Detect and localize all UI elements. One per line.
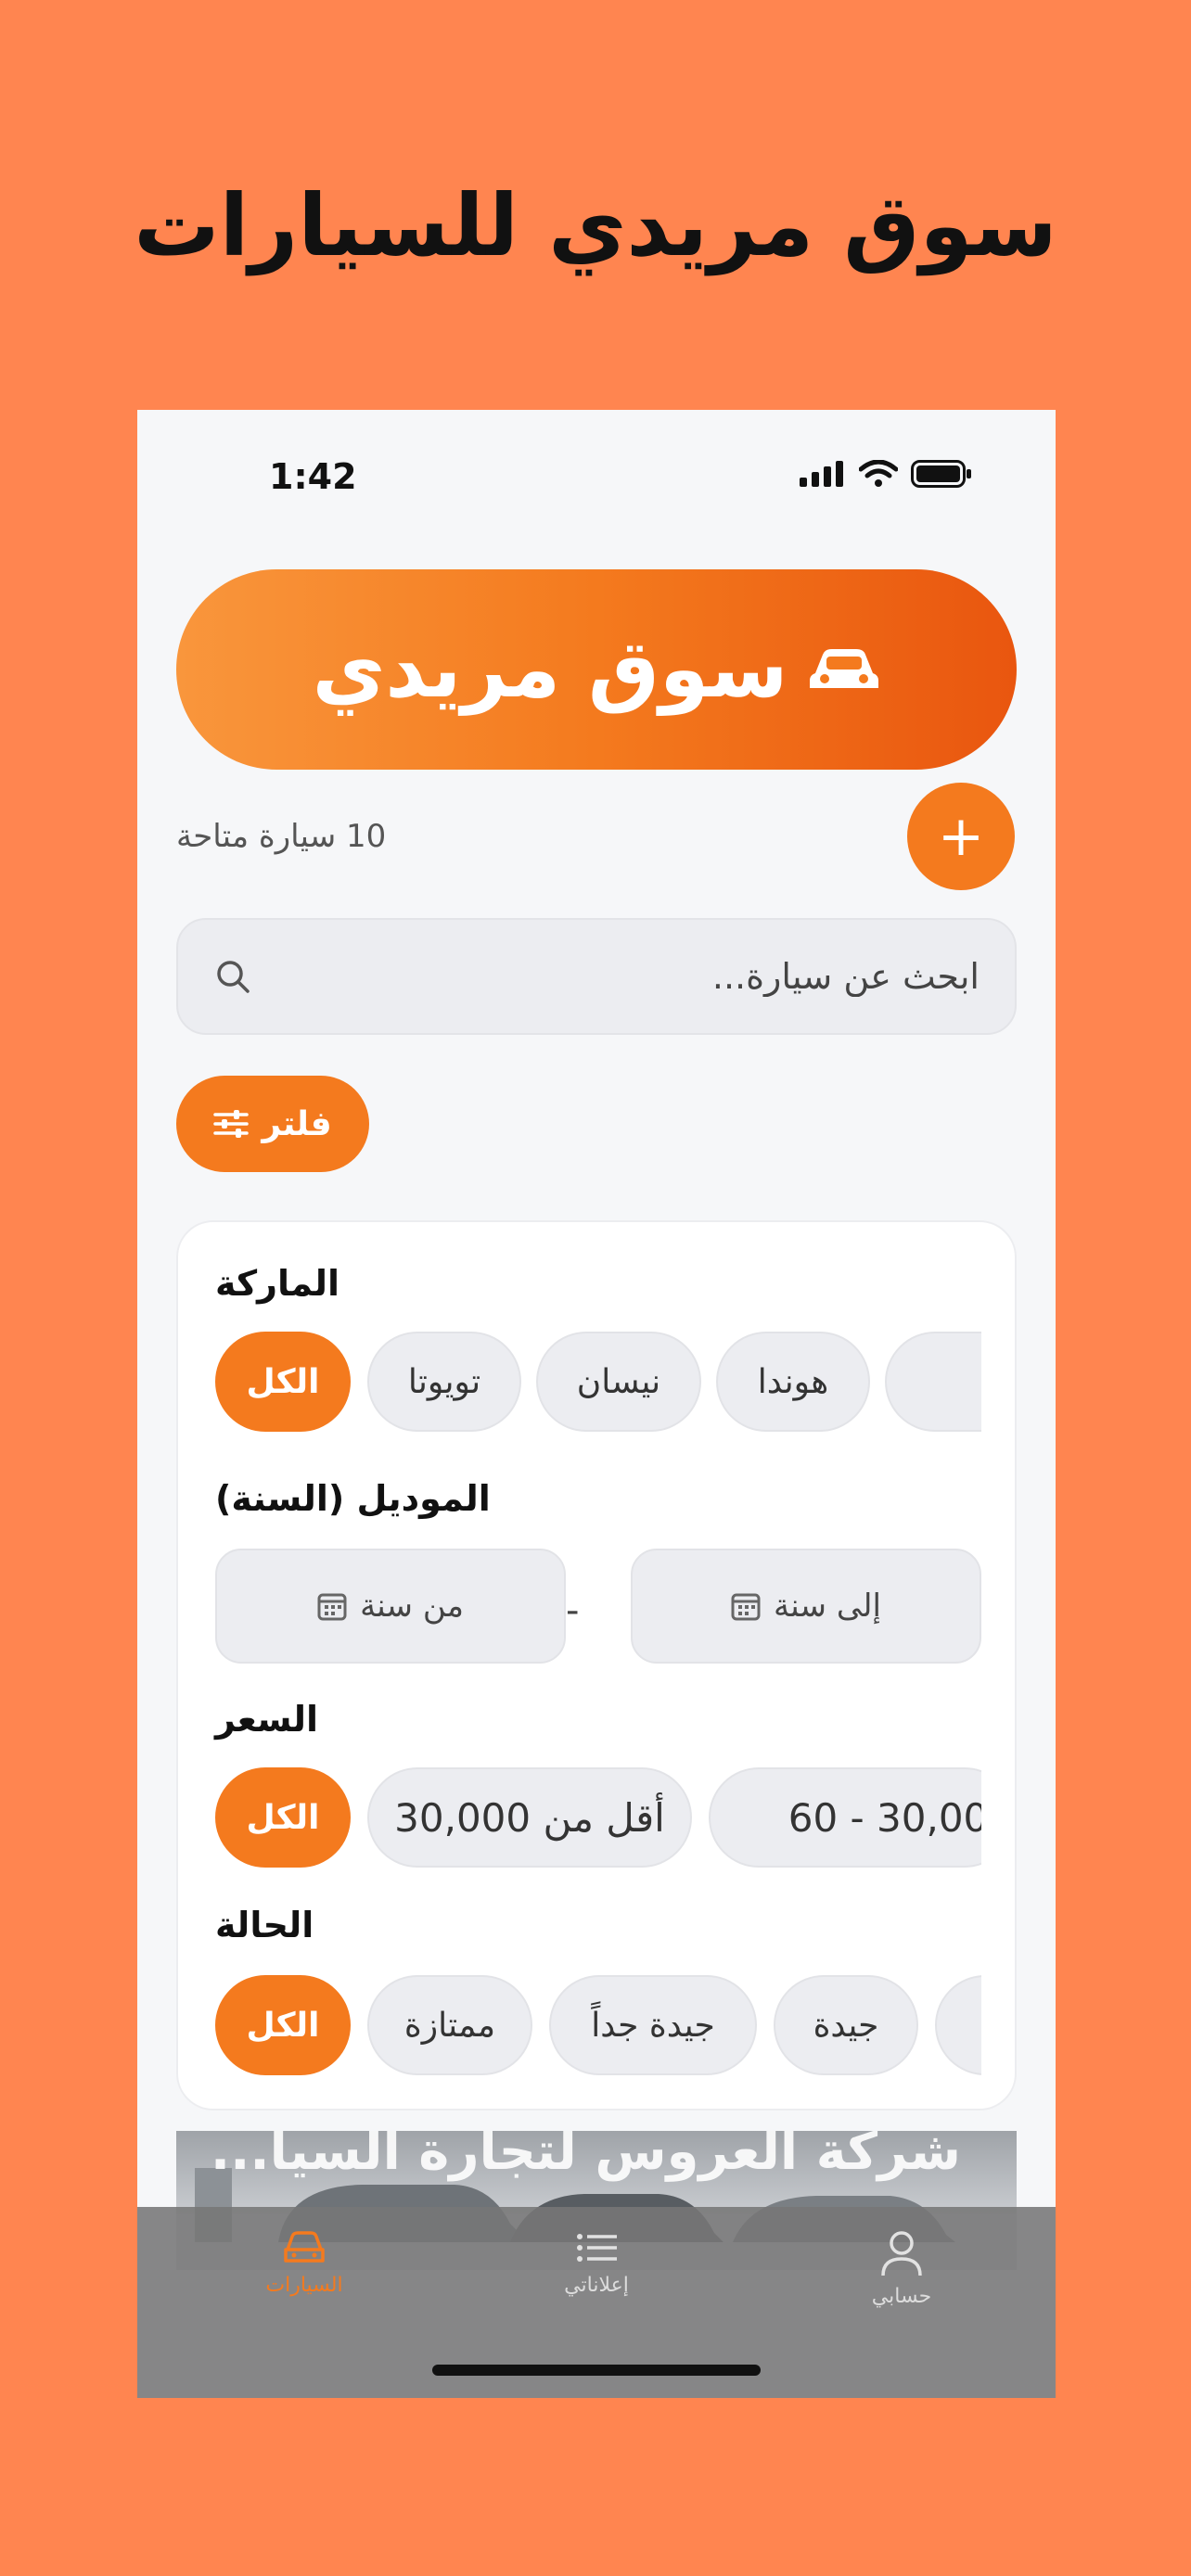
listing-title: شركة العروس لتجارة السيا...	[210, 2131, 961, 2182]
year-separator: -	[566, 1589, 580, 1632]
year-from-field[interactable]: من سنة	[215, 1549, 566, 1664]
brand-chip-partial[interactable]: شي	[885, 1332, 981, 1432]
brand-label: الماركة	[215, 1263, 340, 1304]
condition-chip-excellent[interactable]: ممتازة	[367, 1975, 532, 2075]
condition-chip-partial[interactable]: ة	[935, 1975, 981, 2075]
plus-icon: +	[937, 804, 985, 869]
price-label: السعر	[215, 1699, 319, 1740]
price-chip-under-30000[interactable]: أقل من 30,000	[367, 1767, 692, 1868]
status-icons	[800, 460, 972, 488]
condition-chips: الكل ممتازة جيدة جداً جيدة ة	[215, 1975, 981, 2077]
add-car-button[interactable]: +	[907, 783, 1015, 890]
brand-chip-toyota[interactable]: تويوتا	[367, 1332, 521, 1432]
tab-my-ads-label: إعلاناتي	[564, 2274, 629, 2297]
calendar-icon	[731, 1593, 761, 1621]
price-chip-all[interactable]: الكل	[215, 1767, 351, 1868]
filter-label: فلتر	[262, 1104, 332, 1143]
tab-account-label: حسابي	[871, 2285, 932, 2308]
phone-screen: 1:42 سوق مريدي 10 سيارة متاحة + ابحث عن …	[137, 410, 1056, 2398]
wifi-icon	[859, 460, 898, 487]
tab-my-ads[interactable]: إعلاناتي	[504, 2229, 689, 2297]
list-icon	[577, 2234, 617, 2262]
condition-label: الحالة	[215, 1905, 314, 1945]
search-input[interactable]	[252, 956, 980, 997]
cars-count: 10 سيارة متاحة	[176, 818, 387, 855]
signal-icon	[800, 461, 843, 487]
app-title: سوق مريدي	[312, 623, 788, 716]
app-header-banner: سوق مريدي	[176, 569, 1017, 770]
year-to-field[interactable]: إلى سنة	[631, 1549, 981, 1664]
year-to-placeholder: إلى سنة	[774, 1588, 881, 1625]
person-icon	[881, 2231, 922, 2276]
bottom-tab-bar: السيارات إعلاناتي حسابي	[137, 2207, 1056, 2398]
tab-cars-label: السيارات	[265, 2274, 343, 2297]
filter-panel: الماركة الكل تويوتا نيسان هوندا شي المود…	[176, 1220, 1017, 2111]
search-bar[interactable]	[176, 918, 1017, 1035]
home-indicator	[432, 2365, 761, 2376]
price-chip-30000-60000[interactable]: 30,000 - 60	[709, 1767, 981, 1868]
brand-chips: الكل تويوتا نيسان هوندا شي	[215, 1332, 981, 1434]
promo-title: سوق مريدي للسيارات	[134, 176, 1057, 275]
status-time: 1:42	[269, 456, 357, 497]
sliders-icon	[213, 1110, 250, 1138]
filter-button[interactable]: فلتر	[176, 1076, 369, 1172]
condition-chip-all[interactable]: الكل	[215, 1975, 351, 2075]
price-chips: الكل أقل من 30,000 30,000 - 60	[215, 1767, 981, 1869]
brand-chip-nissan[interactable]: نيسان	[536, 1332, 701, 1432]
battery-icon	[911, 460, 971, 488]
car-icon	[810, 649, 879, 688]
search-icon	[217, 961, 250, 993]
car-icon	[284, 2231, 325, 2263]
year-from-placeholder: من سنة	[360, 1588, 464, 1625]
tab-cars[interactable]: السيارات	[211, 2229, 397, 2297]
brand-chip-honda[interactable]: هوندا	[716, 1332, 870, 1432]
calendar-icon	[317, 1593, 347, 1621]
condition-chip-very-good[interactable]: جيدة جداً	[549, 1975, 757, 2075]
brand-chip-all[interactable]: الكل	[215, 1332, 351, 1432]
tab-account[interactable]: حسابي	[809, 2229, 994, 2308]
year-label: الموديل (السنة)	[215, 1478, 491, 1519]
condition-chip-good[interactable]: جيدة	[774, 1975, 918, 2075]
status-bar: 1:42	[137, 410, 1056, 549]
